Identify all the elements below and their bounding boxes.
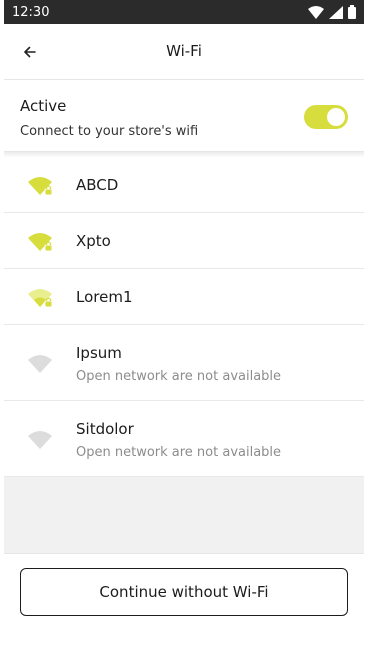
empty-area [4, 477, 364, 555]
status-bar: 12:30 [4, 0, 364, 24]
network-subtitle: Open network are not available [76, 369, 282, 384]
status-icons [308, 5, 356, 19]
app-bar: Wi-Fi [4, 24, 364, 80]
wifi-lock-icon [28, 233, 53, 252]
network-item[interactable]: Ipsum Open network are not available [4, 325, 364, 401]
battery-icon [348, 5, 356, 19]
wifi-icon [28, 431, 52, 449]
network-name: Sitdolor [76, 420, 134, 438]
network-list: ABCD Xpto Lorem1 Ipsum Open network are not … [4, 157, 364, 477]
active-section: Active Connect to your store's wifi [4, 81, 364, 152]
wifi-lock-icon [28, 177, 53, 196]
network-name: Lorem1 [76, 288, 133, 306]
network-name: ABCD [76, 176, 119, 194]
active-description: Connect to your store's wifi [20, 124, 199, 139]
network-item[interactable]: Sitdolor Open network are not available [4, 401, 364, 477]
page-title: Wi-Fi [166, 42, 202, 60]
network-item[interactable]: Xpto [4, 213, 364, 269]
toggle-knob [327, 108, 345, 126]
active-toggle[interactable] [304, 105, 348, 129]
network-item[interactable]: ABCD [4, 157, 364, 213]
footer: Continue without Wi-Fi [4, 553, 364, 641]
status-time: 12:30 [12, 4, 50, 20]
network-name: Xpto [76, 232, 111, 250]
wifi-icon [28, 355, 52, 373]
active-label: Active [20, 97, 67, 115]
continue-without-wifi-button[interactable]: Continue without Wi-Fi [20, 568, 348, 616]
cell-signal-icon [329, 5, 343, 19]
network-name: Ipsum [76, 344, 122, 362]
network-subtitle: Open network are not available [76, 445, 282, 460]
wifi-status-icon [308, 5, 324, 19]
network-item[interactable]: Lorem1 [4, 269, 364, 325]
wifi-lock-icon [28, 289, 53, 308]
